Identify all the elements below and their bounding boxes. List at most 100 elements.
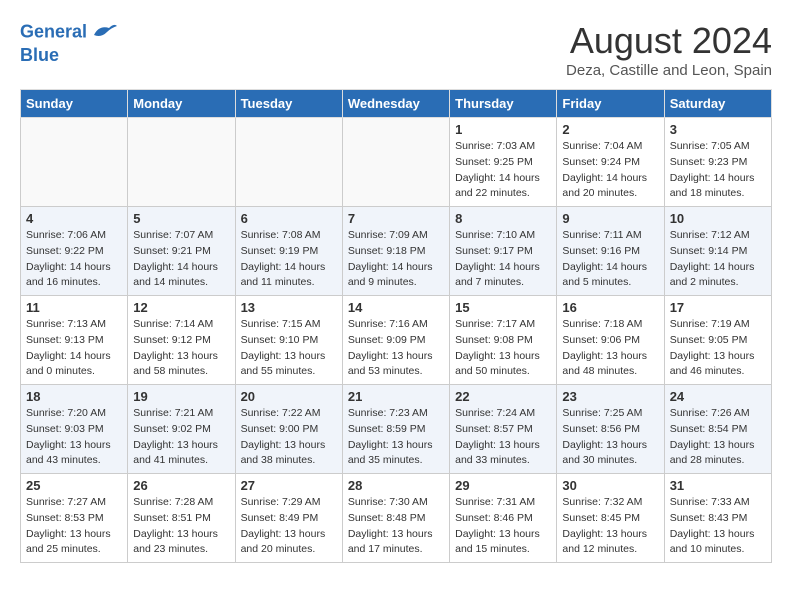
day-number: 4 (26, 211, 122, 226)
day-number: 22 (455, 389, 551, 404)
day-number: 17 (670, 300, 766, 315)
weekday-header-wednesday: Wednesday (342, 90, 449, 118)
calendar-cell: 27 Sunrise: 7:29 AMSunset: 8:49 PMDayligh… (235, 474, 342, 563)
day-info: Sunrise: 7:13 AMSunset: 9:13 PMDaylight:… (26, 317, 122, 380)
calendar-cell: 2Sunrise: 7:04 AMSunset: 9:24 PMDaylight… (557, 118, 664, 207)
calendar-cell: 13 Sunrise: 7:15 AMSunset: 9:10 PMDayligh… (235, 296, 342, 385)
calendar-cell (128, 118, 235, 207)
calendar-cell: 30 Sunrise: 7:32 AMSunset: 8:45 PMDayligh… (557, 474, 664, 563)
weekday-header-sunday: Sunday (21, 90, 128, 118)
day-info: Sunrise: 7:32 AMSunset: 8:45 PMDaylight:… (562, 495, 658, 558)
day-info: Sunrise: 7:18 AMSunset: 9:06 PMDaylight:… (562, 317, 658, 380)
day-info: Sunrise: 7:29 AMSunset: 8:49 PMDaylight:… (241, 495, 337, 558)
day-number: 11 (26, 300, 122, 315)
calendar-cell: 22Sunrise: 7:24 AMSunset: 8:57 PMDayligh… (450, 385, 557, 474)
day-number: 3 (670, 122, 766, 137)
calendar-cell: 8 Sunrise: 7:10 AMSunset: 9:17 PMDaylight… (450, 207, 557, 296)
calendar-cell: 23Sunrise: 7:25 AMSunset: 8:56 PMDayligh… (557, 385, 664, 474)
day-info: Sunrise: 7:03 AMSunset: 9:25 PMDaylight:… (455, 139, 551, 202)
day-number: 25 (26, 478, 122, 493)
calendar-cell: 12 Sunrise: 7:14 AMSunset: 9:12 PMDayligh… (128, 296, 235, 385)
calendar-cell: 24 Sunrise: 7:26 AMSunset: 8:54 PMDayligh… (664, 385, 771, 474)
calendar-cell: 21 Sunrise: 7:23 AMSunset: 8:59 PMDayligh… (342, 385, 449, 474)
calendar-cell: 18Sunrise: 7:20 AMSunset: 9:03 PMDayligh… (21, 385, 128, 474)
calendar-cell: 17 Sunrise: 7:19 AMSunset: 9:05 PMDayligh… (664, 296, 771, 385)
day-number: 21 (348, 389, 444, 404)
day-info: Sunrise: 7:10 AMSunset: 9:17 PMDaylight:… (455, 228, 551, 291)
calendar-cell: 7Sunrise: 7:09 AMSunset: 9:18 PMDaylight… (342, 207, 449, 296)
calendar-cell: 14Sunrise: 7:16 AMSunset: 9:09 PMDayligh… (342, 296, 449, 385)
calendar-cell (235, 118, 342, 207)
day-number: 6 (241, 211, 337, 226)
calendar-cell: 28 Sunrise: 7:30 AMSunset: 8:48 PMDayligh… (342, 474, 449, 563)
day-info: Sunrise: 7:23 AMSunset: 8:59 PMDaylight:… (348, 406, 444, 469)
calendar-cell: 10Sunrise: 7:12 AMSunset: 9:14 PMDayligh… (664, 207, 771, 296)
day-info: Sunrise: 7:08 AMSunset: 9:19 PMDaylight:… (241, 228, 337, 291)
weekday-header-saturday: Saturday (664, 90, 771, 118)
page-header: General Blue August 2024 Deza, Castille … (20, 20, 772, 79)
day-number: 20 (241, 389, 337, 404)
day-info: Sunrise: 7:27 AMSunset: 8:53 PMDaylight:… (26, 495, 122, 558)
calendar-cell: 25 Sunrise: 7:27 AMSunset: 8:53 PMDayligh… (21, 474, 128, 563)
weekday-header-row: SundayMondayTuesdayWednesdayThursdayFrid… (21, 90, 772, 118)
day-info: Sunrise: 7:09 AMSunset: 9:18 PMDaylight:… (348, 228, 444, 291)
day-number: 5 (133, 211, 229, 226)
day-number: 29 (455, 478, 551, 493)
calendar-cell: 9 Sunrise: 7:11 AMSunset: 9:16 PMDaylight… (557, 207, 664, 296)
day-number: 9 (562, 211, 658, 226)
weekday-header-tuesday: Tuesday (235, 90, 342, 118)
calendar-cell: 31 Sunrise: 7:33 AMSunset: 8:43 PMDayligh… (664, 474, 771, 563)
calendar-week-3: 11 Sunrise: 7:13 AMSunset: 9:13 PMDayligh… (21, 296, 772, 385)
day-info: Sunrise: 7:26 AMSunset: 8:54 PMDaylight:… (670, 406, 766, 469)
day-info: Sunrise: 7:14 AMSunset: 9:12 PMDaylight:… (133, 317, 229, 380)
calendar-cell: 4 Sunrise: 7:06 AMSunset: 9:22 PMDaylight… (21, 207, 128, 296)
logo-text: General (20, 20, 119, 45)
calendar-week-1: 1 Sunrise: 7:03 AMSunset: 9:25 PMDaylight… (21, 118, 772, 207)
day-number: 19 (133, 389, 229, 404)
day-info: Sunrise: 7:17 AMSunset: 9:08 PMDaylight:… (455, 317, 551, 380)
calendar-cell: 5 Sunrise: 7:07 AMSunset: 9:21 PMDaylight… (128, 207, 235, 296)
calendar-week-2: 4 Sunrise: 7:06 AMSunset: 9:22 PMDaylight… (21, 207, 772, 296)
day-info: Sunrise: 7:15 AMSunset: 9:10 PMDaylight:… (241, 317, 337, 380)
calendar-cell: 20Sunrise: 7:22 AMSunset: 9:00 PMDayligh… (235, 385, 342, 474)
day-number: 10 (670, 211, 766, 226)
day-info: Sunrise: 7:06 AMSunset: 9:22 PMDaylight:… (26, 228, 122, 291)
calendar-cell: 6 Sunrise: 7:08 AMSunset: 9:19 PMDaylight… (235, 207, 342, 296)
calendar-cell: 3 Sunrise: 7:05 AMSunset: 9:23 PMDaylight… (664, 118, 771, 207)
day-info: Sunrise: 7:05 AMSunset: 9:23 PMDaylight:… (670, 139, 766, 202)
day-info: Sunrise: 7:31 AMSunset: 8:46 PMDaylight:… (455, 495, 551, 558)
day-number: 16 (562, 300, 658, 315)
day-info: Sunrise: 7:25 AMSunset: 8:56 PMDaylight:… (562, 406, 658, 469)
day-info: Sunrise: 7:21 AMSunset: 9:02 PMDaylight:… (133, 406, 229, 469)
day-info: Sunrise: 7:28 AMSunset: 8:51 PMDaylight:… (133, 495, 229, 558)
day-info: Sunrise: 7:33 AMSunset: 8:43 PMDaylight:… (670, 495, 766, 558)
calendar-table: SundayMondayTuesdayWednesdayThursdayFrid… (20, 89, 772, 563)
calendar-week-5: 25 Sunrise: 7:27 AMSunset: 8:53 PMDayligh… (21, 474, 772, 563)
day-number: 13 (241, 300, 337, 315)
day-info: Sunrise: 7:16 AMSunset: 9:09 PMDaylight:… (348, 317, 444, 380)
weekday-header-monday: Monday (128, 90, 235, 118)
day-number: 26 (133, 478, 229, 493)
day-number: 1 (455, 122, 551, 137)
logo: General Blue (20, 20, 119, 67)
day-number: 30 (562, 478, 658, 493)
title-block: August 2024 Deza, Castille and Leon, Spa… (566, 20, 772, 79)
day-number: 31 (670, 478, 766, 493)
calendar-cell: 26 Sunrise: 7:28 AMSunset: 8:51 PMDayligh… (128, 474, 235, 563)
day-number: 28 (348, 478, 444, 493)
calendar-week-4: 18Sunrise: 7:20 AMSunset: 9:03 PMDayligh… (21, 385, 772, 474)
day-number: 8 (455, 211, 551, 226)
month-title: August 2024 (566, 20, 772, 62)
day-info: Sunrise: 7:07 AMSunset: 9:21 PMDaylight:… (133, 228, 229, 291)
day-number: 24 (670, 389, 766, 404)
day-info: Sunrise: 7:11 AMSunset: 9:16 PMDaylight:… (562, 228, 658, 291)
day-number: 27 (241, 478, 337, 493)
day-number: 15 (455, 300, 551, 315)
calendar-cell: 1 Sunrise: 7:03 AMSunset: 9:25 PMDaylight… (450, 118, 557, 207)
calendar-cell: 19 Sunrise: 7:21 AMSunset: 9:02 PMDayligh… (128, 385, 235, 474)
day-info: Sunrise: 7:30 AMSunset: 8:48 PMDaylight:… (348, 495, 444, 558)
day-info: Sunrise: 7:20 AMSunset: 9:03 PMDaylight:… (26, 406, 122, 469)
calendar-cell (342, 118, 449, 207)
day-info: Sunrise: 7:19 AMSunset: 9:05 PMDaylight:… (670, 317, 766, 380)
day-number: 12 (133, 300, 229, 315)
